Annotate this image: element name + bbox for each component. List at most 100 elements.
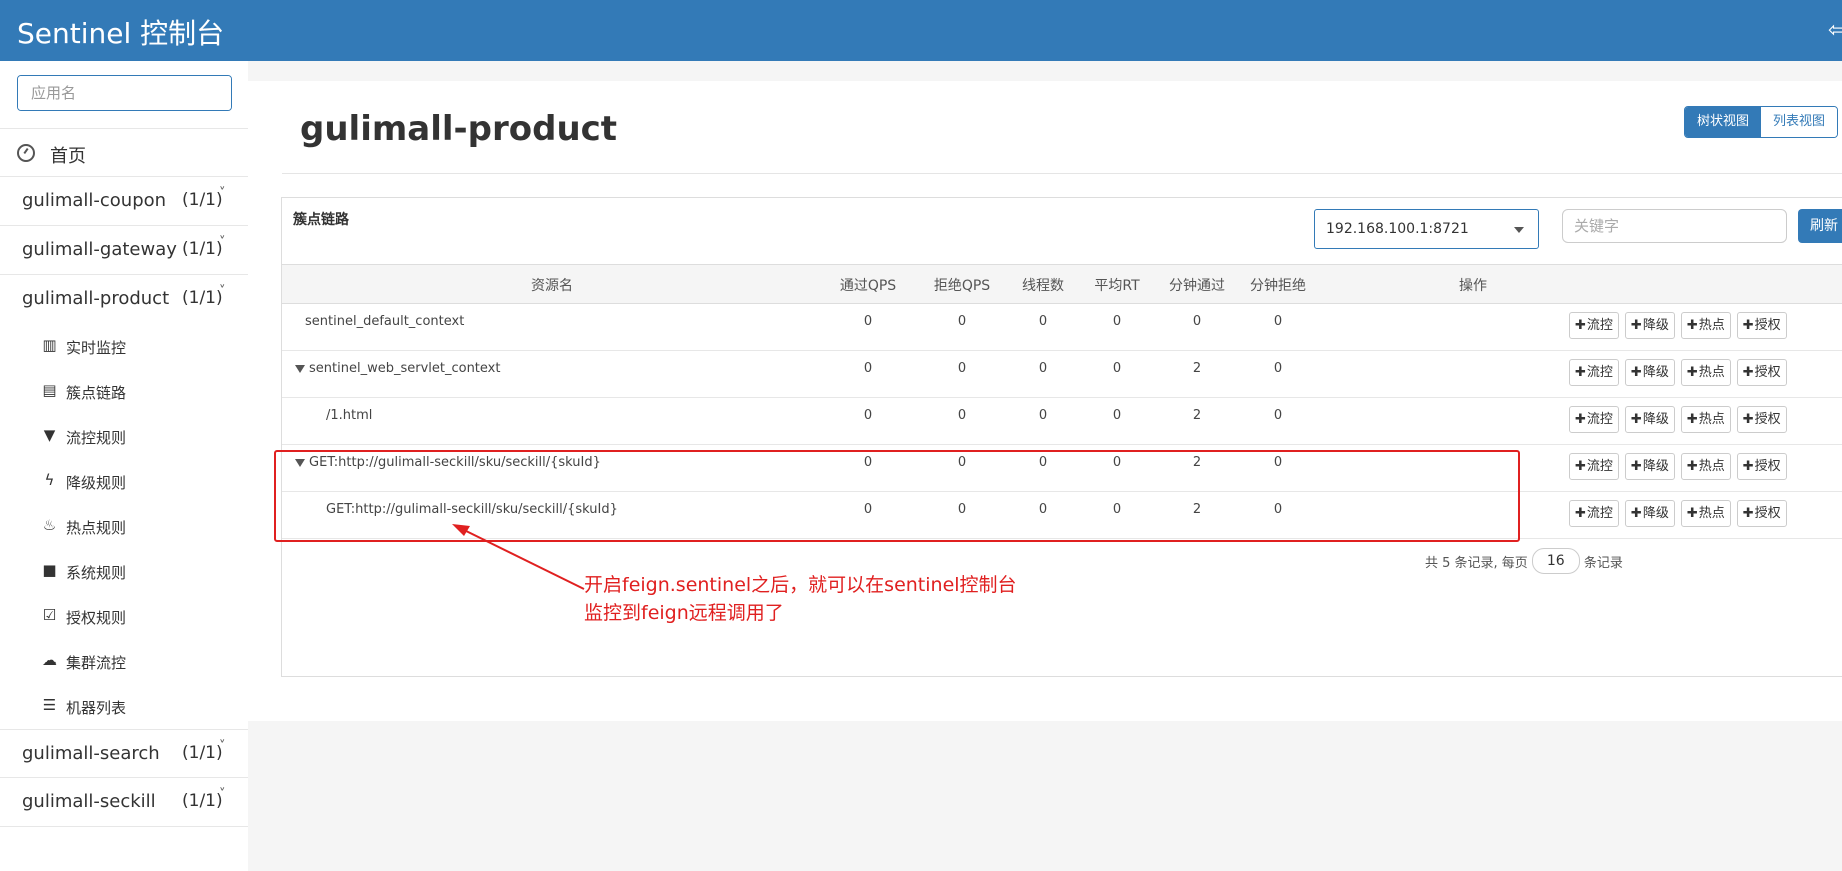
lock-icon: ■ <box>42 561 57 579</box>
column-header-minute-block: 分钟拒绝 <box>1250 278 1306 294</box>
flow-rule-button[interactable]: ✚流控 <box>1569 359 1619 386</box>
minute-block: 0 <box>1273 314 1283 329</box>
flow-rule-button[interactable]: ✚流控 <box>1569 453 1619 480</box>
hotspot-rule-button[interactable]: ✚热点 <box>1680 453 1731 480</box>
degrade-rule-button[interactable]: ✚降级 <box>1624 453 1675 480</box>
app-search: 搜索 <box>17 75 232 111</box>
sidebar-app-gulimall-seckill[interactable]: gulimall-seckill (1/1) ˅ <box>0 778 248 827</box>
resource-name: sentinel_default_context <box>305 314 465 329</box>
view-toggle: 树状视图 列表视图 <box>1684 106 1839 138</box>
column-header-operations: 操作 <box>1459 278 1487 294</box>
authority-rule-button[interactable]: ✚授权 <box>1736 312 1787 339</box>
app-name: gulimall-seckill <box>22 791 156 812</box>
sign-out-icon[interactable]: ⇦ <box>1828 18 1842 40</box>
page-title: gulimall-product <box>300 109 618 149</box>
tree-view-button[interactable]: 树状视图 <box>1685 107 1762 137</box>
chevron-down-icon: ˅ <box>219 186 226 201</box>
divider <box>282 173 1842 174</box>
fire-icon: ♨ <box>42 516 57 534</box>
app-name: gulimall-search <box>22 743 160 764</box>
row-operations: ✚流控 ✚降级 ✚热点 ✚授权 <box>1569 453 1787 480</box>
sidebar-item-system-rules[interactable]: ■ 系统规则 <box>0 549 248 594</box>
sidebar-item-degrade-rules[interactable]: ϟ 降级规则 <box>0 459 248 504</box>
column-header-avg-rt: 平均RT <box>1094 278 1140 294</box>
sidebar-item-label: 热点规则 <box>66 519 127 537</box>
block-qps: 0 <box>957 408 967 423</box>
sidebar-item-label: 实时监控 <box>66 339 127 357</box>
degrade-rule-button[interactable]: ✚降级 <box>1624 500 1675 527</box>
app-machine-count: (1/1) <box>182 288 223 308</box>
sidebar-app-gulimall-product[interactable]: gulimall-product (1/1) ˅ <box>0 275 248 324</box>
sidebar-item-flow-rules[interactable]: ▼ 流控规则 <box>0 414 248 459</box>
chevron-down-icon: ˅ <box>219 284 226 299</box>
threads: 0 <box>1038 408 1048 423</box>
list-view-button[interactable]: 列表视图 <box>1761 107 1838 137</box>
hotspot-rule-button[interactable]: ✚热点 <box>1680 406 1731 433</box>
resource-name: /1.html <box>326 408 373 423</box>
sidebar-item-machine-list[interactable]: ☰ 机器列表 <box>0 684 248 729</box>
filter-icon: ▼ <box>43 426 56 444</box>
authority-rule-button[interactable]: ✚授权 <box>1736 406 1787 433</box>
content-bottom-band <box>248 720 1842 871</box>
sidebar-app-gulimall-search[interactable]: gulimall-search (1/1) ˅ <box>0 729 248 778</box>
sidebar-app-gulimall-gateway[interactable]: gulimall-gateway (1/1) ˅ <box>0 226 248 275</box>
degrade-rule-button[interactable]: ✚降级 <box>1624 406 1675 433</box>
machine-select[interactable]: 192.168.100.1:8721 <box>1314 209 1539 249</box>
flow-rule-button[interactable]: ✚流控 <box>1569 312 1619 339</box>
app-search-input[interactable] <box>18 76 231 110</box>
authority-rule-button[interactable]: ✚授权 <box>1736 500 1787 527</box>
brand-title[interactable]: Sentinel 控制台 <box>17 12 224 52</box>
minute-pass: 2 <box>1192 361 1202 376</box>
app-machine-count: (1/1) <box>182 791 223 811</box>
block-qps: 0 <box>957 314 967 329</box>
column-header-block-qps: 拒绝QPS <box>933 278 991 294</box>
minute-pass: 0 <box>1192 314 1202 329</box>
sidebar-item-home[interactable]: 首页 <box>0 128 248 177</box>
authority-rule-button[interactable]: ✚授权 <box>1736 359 1787 386</box>
avg-rt: 0 <box>1112 361 1122 376</box>
threads: 0 <box>1038 314 1048 329</box>
flow-rule-button[interactable]: ✚流控 <box>1569 500 1619 527</box>
row-operations: ✚流控 ✚降级 ✚热点 ✚授权 <box>1569 500 1787 527</box>
refresh-button[interactable]: 刷新 <box>1798 209 1842 243</box>
hotspot-rule-button[interactable]: ✚热点 <box>1680 312 1731 339</box>
column-header-threads: 线程数 <box>1022 278 1064 294</box>
minute-block: 0 <box>1273 361 1283 376</box>
column-header-minute-pass: 分钟通过 <box>1169 278 1225 294</box>
caret-down-icon[interactable] <box>295 365 305 373</box>
th-list-icon: ☰ <box>42 696 57 714</box>
sidebar-item-label: 流控规则 <box>66 429 127 447</box>
avg-rt: 0 <box>1112 408 1122 423</box>
panel-title: 簇点链路 <box>293 212 349 228</box>
hotspot-rule-button[interactable]: ✚热点 <box>1680 500 1731 527</box>
chevron-down-icon: ˅ <box>219 235 226 250</box>
page-size-input[interactable]: 16 <box>1531 548 1580 574</box>
keyword-input[interactable] <box>1562 209 1787 243</box>
sidebar-app-gulimall-coupon[interactable]: gulimall-coupon (1/1) ˅ <box>0 177 248 226</box>
annotation-line-1: 开启feign.sentinel之后，就可以在sentinel控制台 <box>584 574 1017 596</box>
sidebar-item-cluster-flow[interactable]: ☁ 集群流控 <box>0 639 248 684</box>
table-row: /1.html 0 0 0 0 2 0 ✚流控 ✚降级 ✚热点 ✚授权 <box>282 398 1842 445</box>
sidebar-item-cluster-link[interactable]: ▤ 簇点链路 <box>0 369 248 414</box>
sidebar-item-label: 集群流控 <box>66 654 127 672</box>
hotspot-rule-button[interactable]: ✚热点 <box>1680 359 1731 386</box>
dashboard-icon <box>17 144 35 162</box>
sidebar-item-realtime-monitor[interactable]: ▥ 实时监控 <box>0 324 248 369</box>
sidebar-item-label: 降级规则 <box>66 474 127 492</box>
sidebar-item-label: 机器列表 <box>66 699 127 717</box>
annotation-text: 开启feign.sentinel之后，就可以在sentinel控制台 监控到fe… <box>584 571 1017 627</box>
authority-rule-button[interactable]: ✚授权 <box>1736 453 1787 480</box>
sidebar: 搜索 首页 gulimall-coupon (1/1) ˅ gulimall-g… <box>0 61 248 871</box>
app-machine-count: (1/1) <box>182 743 223 763</box>
degrade-rule-button[interactable]: ✚降级 <box>1624 359 1675 386</box>
column-header-pass-qps: 通过QPS <box>839 278 897 294</box>
sidebar-item-authority-rules[interactable]: ☑ 授权规则 <box>0 594 248 639</box>
degrade-rule-button[interactable]: ✚降级 <box>1624 312 1675 339</box>
chevron-down-icon: ˅ <box>219 739 226 754</box>
sidebar-item-hotspot-rules[interactable]: ♨ 热点规则 <box>0 504 248 549</box>
flow-rule-button[interactable]: ✚流控 <box>1569 406 1619 433</box>
table-row: sentinel_web_servlet_context 0 0 0 0 2 0… <box>282 351 1842 398</box>
row-operations: ✚流控 ✚降级 ✚热点 ✚授权 <box>1569 406 1787 433</box>
column-header-resource: 资源名 <box>531 278 573 294</box>
sidebar-item-label: 授权规则 <box>66 609 127 627</box>
